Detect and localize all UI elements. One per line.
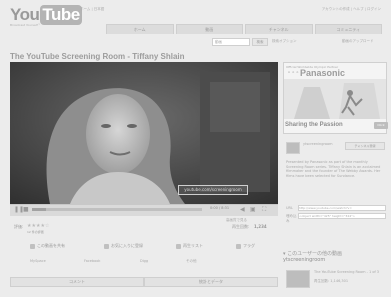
flag-action-label: フラグ — [243, 243, 255, 248]
video-player[interactable] — [10, 62, 278, 204]
tab-videos[interactable]: 動画 — [175, 24, 243, 34]
favorite-action-label: お気に入りに登録 — [111, 243, 143, 248]
logo-tagline: Broadcast Yourself™ — [10, 23, 41, 27]
stop-icon[interactable]: ■ — [23, 207, 29, 213]
share-facebook[interactable]: Facebook — [84, 259, 100, 263]
related-video-meta: 再生回数: 1,146,301 — [314, 279, 349, 283]
fullscreen-icon[interactable]: ⛶ — [262, 207, 268, 213]
tab-comments[interactable]: コメント — [10, 277, 144, 287]
hd-icon[interactable]: ▣ — [250, 207, 256, 213]
view-count-label: 再生回数: — [232, 224, 250, 229]
upload-link[interactable]: 動画のアップロード — [342, 39, 374, 44]
video-title: The YouTube Screening Room - Tiffany Shl… — [10, 52, 185, 61]
tab-community[interactable]: コミュニティ — [314, 24, 382, 34]
embed-label: 埋め込み — [286, 214, 297, 223]
flag-icon — [236, 243, 241, 249]
search-button[interactable]: 検索 — [252, 38, 268, 46]
pause-icon[interactable]: ❚❚ — [14, 207, 24, 213]
channel-description: Presented by Panasonic as part of the mo… — [286, 160, 381, 178]
ad-caption: Sharing the Passion — [285, 122, 343, 128]
rating-label: 評価: — [14, 224, 24, 229]
share-more[interactable]: その他 — [186, 259, 197, 264]
progress-bar[interactable] — [32, 208, 202, 211]
top-right-links[interactable]: アカウントの作成 | ヘルプ | ログイン — [322, 7, 381, 12]
logo-tube: Tube — [40, 5, 82, 25]
ratings-count: 12 件の評価 — [27, 230, 44, 234]
hq-link[interactable]: 高画質で見る — [226, 218, 247, 223]
advanced-search-link[interactable]: 検索オプション — [272, 39, 297, 44]
view-count: 1,234 — [254, 224, 267, 229]
playlist-icon — [176, 243, 181, 249]
playlist-action-label: 再生リスト — [183, 243, 203, 248]
share-digg[interactable]: Digg — [140, 259, 148, 263]
top-left-links[interactable]: ホーム | 日本語 — [80, 7, 104, 12]
heart-icon — [104, 243, 109, 249]
related-video-title[interactable]: The YouTube Screening Room - 1 of 3 — [314, 270, 386, 275]
olympic-rings-icon: ⚬⚬⚬ — [287, 70, 300, 76]
url-field[interactable]: http://www.youtube.com/watch?v= — [298, 205, 386, 211]
main-nav-tabs: ホーム 動画 チャンネル コミュニティ — [106, 24, 384, 34]
video-frame-image — [10, 62, 278, 204]
url-label: URL — [286, 206, 293, 210]
ad-click-button[interactable]: Click — [374, 122, 388, 129]
channel-avatar[interactable] — [286, 142, 300, 154]
more-from-user-channel[interactable]: ytscreeningroom — [283, 257, 325, 263]
related-video-thumbnail[interactable] — [286, 270, 310, 288]
search-input[interactable]: 動画 — [212, 38, 250, 46]
share-myspace[interactable]: MySpace — [30, 259, 46, 263]
comment-tabs: コメント 統計とデータ — [10, 277, 278, 287]
timecode: 0:00 / 8:31 — [210, 206, 230, 210]
volume-icon[interactable]: ◀ — [240, 207, 246, 213]
rating-stars[interactable]: ★★★★☆ — [27, 223, 49, 229]
favorite-action[interactable]: お気に入りに登録 — [104, 243, 143, 249]
progress-fill — [32, 208, 46, 211]
flag-action[interactable]: フラグ — [236, 243, 255, 249]
tab-home[interactable]: ホーム — [106, 24, 174, 34]
subscribe-button[interactable]: チャンネル登録 — [345, 142, 385, 150]
video-watermark: youtube.com/screeningroom — [178, 185, 248, 195]
ad-brand-logo: Panasonic — [300, 68, 346, 78]
tab-statistics[interactable]: 統計とデータ — [144, 277, 278, 287]
channel-name[interactable]: ytscreeningroom — [303, 142, 343, 147]
more-from-user-header[interactable]: ▾ このユーザーの他の動画 — [283, 250, 342, 257]
share-icon — [30, 243, 35, 249]
share-action-label: この動画を共有 — [37, 243, 65, 248]
tab-channels[interactable]: チャンネル — [245, 24, 313, 34]
embed-field[interactable]: <object width="425" height="344"> — [298, 213, 386, 219]
playlist-action[interactable]: 再生リスト — [176, 243, 203, 249]
logo-you: You — [10, 5, 40, 24]
share-action[interactable]: この動画を共有 — [30, 243, 65, 249]
youtube-logo[interactable]: You Tube — [10, 5, 82, 25]
